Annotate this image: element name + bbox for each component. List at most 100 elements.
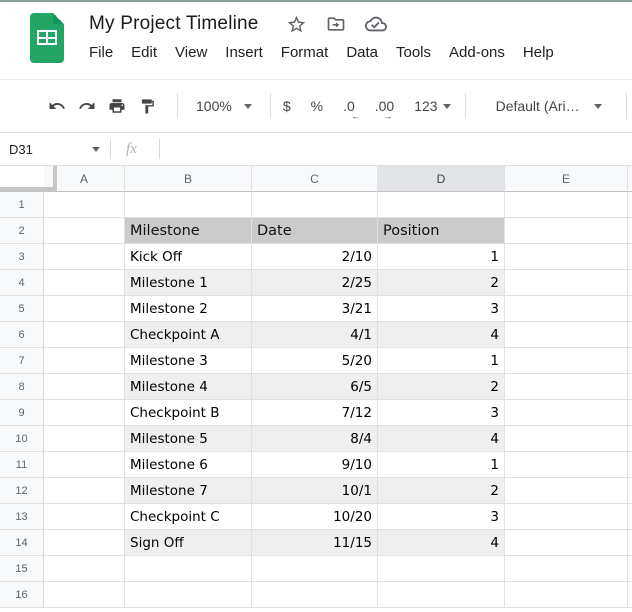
format-currency-button[interactable]: $ bbox=[283, 98, 291, 114]
row-header-7[interactable]: 7 bbox=[0, 348, 44, 374]
cell-C7[interactable]: 5/20 bbox=[252, 348, 378, 374]
format-percent-button[interactable]: % bbox=[311, 98, 323, 114]
redo-icon[interactable] bbox=[75, 94, 99, 118]
cell-B8[interactable]: Milestone 4 bbox=[125, 374, 252, 400]
cell-C13[interactable]: 10/20 bbox=[252, 504, 378, 530]
more-formats-button[interactable]: 123 bbox=[414, 98, 450, 114]
cell-D8[interactable]: 2 bbox=[378, 374, 505, 400]
cell-A5[interactable] bbox=[44, 296, 125, 322]
menu-data[interactable]: Data bbox=[337, 42, 387, 63]
column-header-B[interactable]: B bbox=[125, 166, 252, 192]
cell-E9[interactable] bbox=[505, 400, 628, 426]
cell-E11[interactable] bbox=[505, 452, 628, 478]
cell-D11[interactable]: 1 bbox=[378, 452, 505, 478]
print-icon[interactable] bbox=[105, 94, 129, 118]
cell-D6[interactable]: 4 bbox=[378, 322, 505, 348]
star-icon[interactable] bbox=[286, 14, 307, 35]
cell-E2[interactable] bbox=[505, 218, 628, 244]
menu-file[interactable]: File bbox=[80, 42, 122, 63]
row-header-13[interactable]: 13 bbox=[0, 504, 44, 530]
cell-A6[interactable] bbox=[44, 322, 125, 348]
cell-A1[interactable] bbox=[44, 192, 125, 218]
cell-B4[interactable]: Milestone 1 bbox=[125, 270, 252, 296]
row-header-3[interactable]: 3 bbox=[0, 244, 44, 270]
cell-E14[interactable] bbox=[505, 530, 628, 556]
row-header-4[interactable]: 4 bbox=[0, 270, 44, 296]
column-header-E[interactable]: E bbox=[505, 166, 628, 192]
row-header-14[interactable]: 14 bbox=[0, 530, 44, 556]
cell-E4[interactable] bbox=[505, 270, 628, 296]
cell-B2[interactable]: Milestone bbox=[125, 218, 252, 244]
cell-C4[interactable]: 2/25 bbox=[252, 270, 378, 296]
row-header-16[interactable]: 16 bbox=[0, 582, 44, 608]
menu-add-ons[interactable]: Add-ons bbox=[440, 42, 514, 63]
cell-B16[interactable] bbox=[125, 582, 252, 608]
undo-icon[interactable] bbox=[45, 94, 69, 118]
cell-E15[interactable] bbox=[505, 556, 628, 582]
increase-decimal-button[interactable]: .00 → bbox=[375, 98, 394, 114]
document-title[interactable]: My Project Timeline bbox=[80, 13, 259, 35]
zoom-select[interactable]: 100% bbox=[190, 98, 258, 114]
cell-A11[interactable] bbox=[44, 452, 125, 478]
cell-C15[interactable] bbox=[252, 556, 378, 582]
cell-B7[interactable]: Milestone 3 bbox=[125, 348, 252, 374]
cell-E5[interactable] bbox=[505, 296, 628, 322]
row-header-8[interactable]: 8 bbox=[0, 374, 44, 400]
cell-A9[interactable] bbox=[44, 400, 125, 426]
row-header-15[interactable]: 15 bbox=[0, 556, 44, 582]
cell-B1[interactable] bbox=[125, 192, 252, 218]
row-header-10[interactable]: 10 bbox=[0, 426, 44, 452]
decrease-decimal-button[interactable]: .0 ← bbox=[343, 98, 355, 114]
cell-A2[interactable] bbox=[44, 218, 125, 244]
cell-A4[interactable] bbox=[44, 270, 125, 296]
cell-A14[interactable] bbox=[44, 530, 125, 556]
menu-tools[interactable]: Tools bbox=[387, 42, 440, 63]
cell-E10[interactable] bbox=[505, 426, 628, 452]
cell-E13[interactable] bbox=[505, 504, 628, 530]
cell-C8[interactable]: 6/5 bbox=[252, 374, 378, 400]
name-box[interactable]: D31 bbox=[0, 142, 110, 157]
cell-D2[interactable]: Position bbox=[378, 218, 505, 244]
menu-edit[interactable]: Edit bbox=[122, 42, 166, 63]
cell-A7[interactable] bbox=[44, 348, 125, 374]
cell-C1[interactable] bbox=[252, 192, 378, 218]
cell-C14[interactable]: 11/15 bbox=[252, 530, 378, 556]
cell-C16[interactable] bbox=[252, 582, 378, 608]
cell-D9[interactable]: 3 bbox=[378, 400, 505, 426]
cell-C12[interactable]: 10/1 bbox=[252, 478, 378, 504]
cell-A13[interactable] bbox=[44, 504, 125, 530]
column-header-C[interactable]: C bbox=[252, 166, 378, 192]
cell-B12[interactable]: Milestone 7 bbox=[125, 478, 252, 504]
menu-format[interactable]: Format bbox=[272, 42, 338, 63]
row-header-11[interactable]: 11 bbox=[0, 452, 44, 478]
cell-E12[interactable] bbox=[505, 478, 628, 504]
row-header-9[interactable]: 9 bbox=[0, 400, 44, 426]
cell-D14[interactable]: 4 bbox=[378, 530, 505, 556]
cell-C10[interactable]: 8/4 bbox=[252, 426, 378, 452]
cell-C2[interactable]: Date bbox=[252, 218, 378, 244]
menu-insert[interactable]: Insert bbox=[216, 42, 272, 63]
cell-D12[interactable]: 2 bbox=[378, 478, 505, 504]
cell-D3[interactable]: 1 bbox=[378, 244, 505, 270]
cell-A3[interactable] bbox=[44, 244, 125, 270]
cell-C6[interactable]: 4/1 bbox=[252, 322, 378, 348]
menu-help[interactable]: Help bbox=[514, 42, 563, 63]
cell-C3[interactable]: 2/10 bbox=[252, 244, 378, 270]
row-header-5[interactable]: 5 bbox=[0, 296, 44, 322]
paint-format-icon[interactable] bbox=[135, 94, 159, 118]
row-header-1[interactable]: 1 bbox=[0, 192, 44, 218]
move-folder-icon[interactable] bbox=[326, 14, 346, 34]
cell-D5[interactable]: 3 bbox=[378, 296, 505, 322]
cell-E3[interactable] bbox=[505, 244, 628, 270]
cell-D7[interactable]: 1 bbox=[378, 348, 505, 374]
row-header-12[interactable]: 12 bbox=[0, 478, 44, 504]
cell-C9[interactable]: 7/12 bbox=[252, 400, 378, 426]
cell-D10[interactable]: 4 bbox=[378, 426, 505, 452]
cell-D15[interactable] bbox=[378, 556, 505, 582]
cell-B14[interactable]: Sign Off bbox=[125, 530, 252, 556]
cell-E16[interactable] bbox=[505, 582, 628, 608]
sheets-logo[interactable] bbox=[30, 13, 64, 63]
cell-E8[interactable] bbox=[505, 374, 628, 400]
cell-B6[interactable]: Checkpoint A bbox=[125, 322, 252, 348]
cell-A8[interactable] bbox=[44, 374, 125, 400]
